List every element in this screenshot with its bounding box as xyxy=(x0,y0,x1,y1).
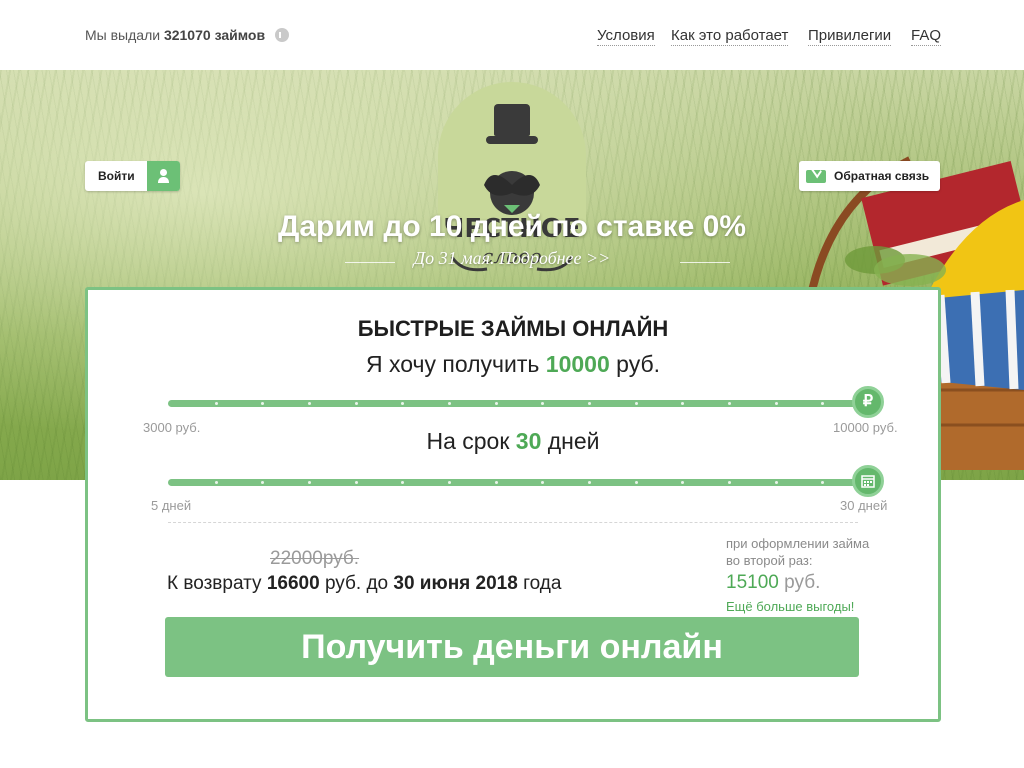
return-suffix: года xyxy=(523,573,562,594)
slider-tick xyxy=(728,481,731,484)
user-icon xyxy=(147,161,180,191)
promo-title[interactable]: Дарим до 10 дней по ставке 0% xyxy=(0,210,1024,244)
term-prefix: На срок xyxy=(426,428,510,454)
amount-slider-handle[interactable]: ₽ xyxy=(852,386,884,418)
nav-conditions[interactable]: Условия xyxy=(597,27,655,46)
slider-tick xyxy=(308,481,311,484)
slider-tick xyxy=(401,402,404,405)
slider-tick xyxy=(215,481,218,484)
term-slider[interactable] xyxy=(168,479,868,486)
mustache-icon xyxy=(484,171,540,215)
nav-privileges[interactable]: Привилегии xyxy=(808,27,892,46)
slider-tick xyxy=(261,481,264,484)
slider-tick xyxy=(821,481,824,484)
second-loan-note: при оформлении займа во второй раз: xyxy=(726,536,870,568)
feedback-label: Обратная связь xyxy=(834,169,930,183)
old-price-currency: руб. xyxy=(322,548,360,569)
slider-tick xyxy=(635,402,638,405)
amount-prefix: Я хочу получить xyxy=(365,351,540,377)
slider-tick xyxy=(681,402,684,405)
get-money-button[interactable]: Получить деньги онлайн xyxy=(165,617,859,677)
calculator-title: БЫСТРЫЕ ЗАЙМЫ ОНЛАЙН xyxy=(357,316,669,341)
slider-tick xyxy=(635,481,638,484)
login-button[interactable]: Войти xyxy=(85,161,180,191)
term-value: 30 xyxy=(515,428,542,454)
old-price: 22000руб. xyxy=(270,548,359,570)
slider-tick xyxy=(261,402,264,405)
term-min: 5 дней xyxy=(151,498,192,513)
divider xyxy=(168,522,858,523)
slider-tick xyxy=(541,481,544,484)
slider-tick xyxy=(775,402,778,405)
slider-tick xyxy=(775,481,778,484)
counter-suffix: займов xyxy=(214,27,266,43)
slider-tick xyxy=(215,402,218,405)
top-bar: Мы выдали 321070 займов Условия Как это … xyxy=(0,0,1024,70)
amount-currency: руб. xyxy=(616,351,661,377)
stats-icon[interactable] xyxy=(274,28,289,42)
slider-tick xyxy=(541,402,544,405)
return-line: К возврату 16600 руб. до 30 июня 2018 го… xyxy=(167,573,561,595)
feedback-button[interactable]: Обратная связь xyxy=(799,161,940,191)
envelope-icon xyxy=(806,170,826,183)
amount-line: Я хочу получить 10000 руб. xyxy=(88,351,938,378)
slider-tick xyxy=(448,402,451,405)
second-loan-price: 15100 руб. xyxy=(726,572,820,594)
slider-tick xyxy=(495,481,498,484)
term-line: На срок 30 дней xyxy=(88,428,938,455)
nav-how-it-works[interactable]: Как это работает xyxy=(671,27,789,46)
loans-counter: Мы выдали 321070 займов xyxy=(85,27,289,43)
term-slider-handle[interactable] xyxy=(852,465,884,497)
top-hat-icon xyxy=(486,104,538,148)
slider-tick xyxy=(681,481,684,484)
more-benefits-link[interactable]: Ещё больше выгоды! xyxy=(726,599,854,614)
amount-slider[interactable] xyxy=(168,400,868,407)
slider-tick xyxy=(448,481,451,484)
login-label: Войти xyxy=(98,169,135,183)
promo-subtitle-link[interactable]: До 31 мая. Подробнее >> xyxy=(0,248,1024,269)
return-date: 30 июня 2018 xyxy=(393,573,518,594)
slider-tick xyxy=(355,402,358,405)
return-prefix: К возврату xyxy=(167,573,262,594)
ruble-icon: ₽ xyxy=(862,393,874,410)
loan-calculator: БЫСТРЫЕ ЗАЙМЫ ОНЛАЙН Я хочу получить 100… xyxy=(85,287,941,722)
slider-tick xyxy=(495,402,498,405)
return-amount: 16600 xyxy=(266,573,320,594)
slider-tick xyxy=(588,402,591,405)
return-mid: руб. до xyxy=(324,573,389,594)
term-max: 30 дней xyxy=(840,498,888,513)
slider-tick xyxy=(308,402,311,405)
amount-value: 10000 xyxy=(545,351,610,377)
counter-prefix: Мы выдали xyxy=(85,27,161,43)
second-price-value: 15100 xyxy=(726,572,779,593)
term-suffix: дней xyxy=(547,428,600,454)
second-price-currency: руб. xyxy=(784,572,821,593)
slider-tick xyxy=(728,402,731,405)
promo-divider-right xyxy=(680,262,730,263)
slider-tick xyxy=(355,481,358,484)
calendar-icon xyxy=(861,475,875,488)
old-price-value: 22000 xyxy=(270,548,323,569)
counter-value: 321070 xyxy=(163,27,211,43)
slider-tick xyxy=(588,481,591,484)
slider-tick xyxy=(401,481,404,484)
nav-faq[interactable]: FAQ xyxy=(911,27,942,46)
slider-tick xyxy=(821,402,824,405)
